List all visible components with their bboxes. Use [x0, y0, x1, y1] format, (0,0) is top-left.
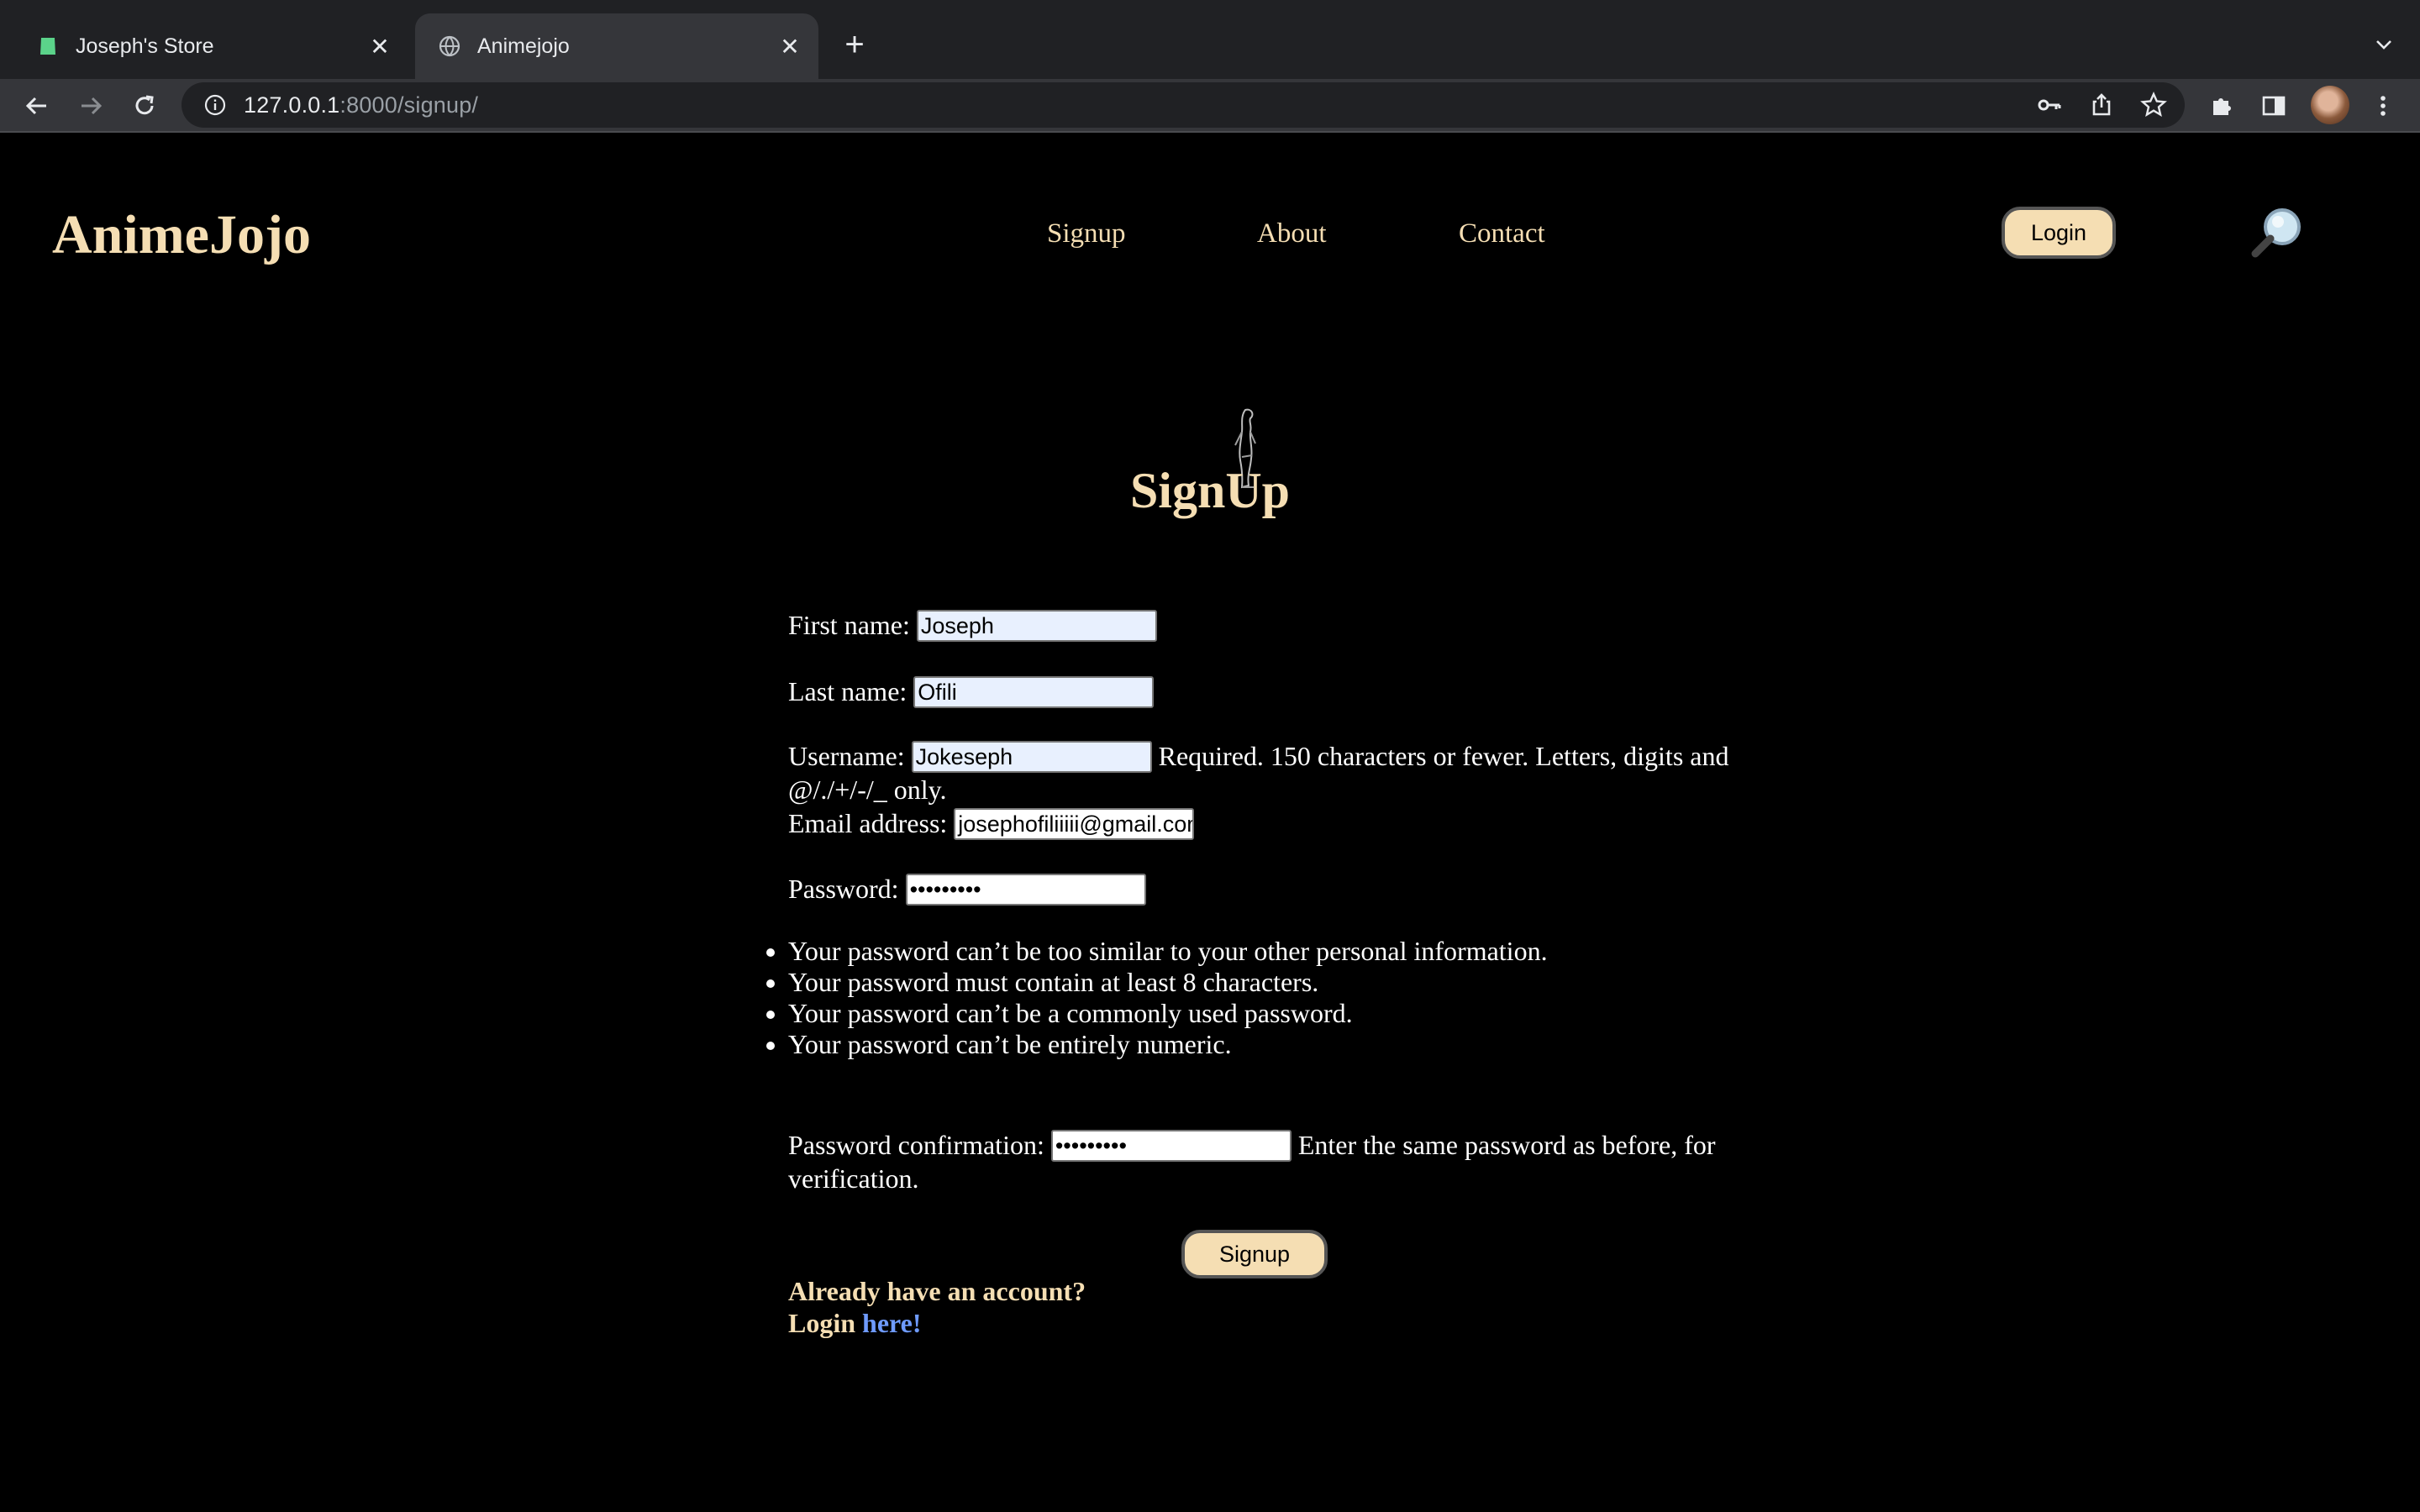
password-confirmation-field[interactable]: ••••••••• [1050, 1129, 1292, 1162]
url-path: :8000/signup/ [339, 92, 479, 118]
last-name-field[interactable]: Ofili [913, 675, 1155, 708]
already-have-account: Already have an account? Login here! [788, 1275, 1086, 1339]
puzzle-icon [2213, 98, 2231, 115]
already-have-account-text: Already have an account? [788, 1276, 1086, 1306]
nav-signup[interactable]: Signup [1047, 218, 1126, 249]
bookmark-star-icon[interactable] [2134, 86, 2173, 124]
password-confirmation-row: Password confirmation: ••••••••• Enter t… [788, 1128, 1763, 1195]
email-field[interactable]: josephofiliiiii@gmail.com [954, 807, 1195, 840]
tab-title: Animejojo [477, 34, 570, 58]
login-prompt: Login here! [788, 1307, 1086, 1339]
password-row: Password: ••••••••• [788, 873, 1146, 906]
list-item: Your password can’t be entirely numeric. [788, 1029, 1548, 1060]
browser-toolbar: 127.0.0.1:8000/signup/ [0, 79, 2420, 133]
email-row: Email address: josephofiliiiii@gmail.com [788, 807, 1195, 840]
username-label: Username: [788, 741, 905, 771]
address-bar[interactable]: 127.0.0.1:8000/signup/ [182, 82, 2185, 128]
list-item: Your password must contain at least 8 ch… [788, 967, 1548, 998]
username-row: Username: Jokeseph Required. 150 charact… [788, 739, 1763, 806]
new-tab-button[interactable]: + [834, 24, 876, 66]
username-field[interactable]: Jokeseph [911, 740, 1152, 773]
login-here-link[interactable]: here! [862, 1308, 921, 1338]
kebab-menu-icon [2381, 96, 2386, 116]
share-icon[interactable] [2082, 86, 2121, 124]
first-name-row: First name: Joseph [788, 609, 1157, 642]
site-logo[interactable]: AnimeJojo [52, 203, 311, 267]
reload-icon [135, 95, 154, 115]
key-icon[interactable] [2030, 86, 2069, 124]
url-host: 127.0.0.1 [244, 92, 340, 118]
password-confirmation-label: Password confirmation: [788, 1130, 1044, 1160]
password-label: Password: [788, 874, 899, 904]
email-label: Email address: [788, 808, 948, 838]
last-name-label: Last name: [788, 676, 908, 706]
forward-button[interactable] [69, 84, 113, 128]
last-name-row: Last name: Ofili [788, 675, 1155, 708]
tab-animejojo[interactable]: Animejojo ✕ [415, 13, 818, 79]
store-favicon-icon [40, 38, 55, 55]
signup-submit-button[interactable]: Signup [1181, 1230, 1328, 1278]
forward-arrow-icon [82, 97, 103, 115]
back-arrow-icon [25, 97, 46, 115]
first-name-field[interactable]: Joseph [916, 609, 1157, 642]
nav-contact[interactable]: Contact [1459, 218, 1545, 249]
site-info-icon[interactable] [198, 88, 232, 122]
tab-josephs-store[interactable]: Joseph's Store ✕ [13, 13, 408, 79]
globe-icon [439, 35, 460, 57]
url-text: 127.0.0.1:8000/signup/ [244, 92, 478, 118]
password-rules-list: Your password can’t be too similar to yo… [788, 936, 1548, 1060]
reload-button[interactable] [123, 84, 166, 128]
profile-avatar[interactable] [2311, 86, 2349, 124]
back-button[interactable] [15, 84, 59, 128]
password-field[interactable]: ••••••••• [905, 873, 1146, 906]
close-tab-icon[interactable]: ✕ [773, 29, 807, 63]
browser-tabstrip: Joseph's Store ✕ Animejojo ✕ + [0, 0, 2420, 79]
first-name-label: First name: [788, 610, 910, 640]
tab-title: Joseph's Store [76, 34, 214, 58]
tab-search-button[interactable] [2363, 24, 2405, 66]
login-prefix-text: Login [788, 1308, 856, 1338]
list-item: Your password can’t be a commonly used p… [788, 998, 1548, 1029]
page-content: AnimeJojo Signup About Contact Login Sig… [0, 133, 2420, 1512]
chevron-down-icon [2376, 40, 2391, 50]
list-item: Your password can’t be too similar to yo… [788, 936, 1548, 967]
close-tab-icon[interactable]: ✕ [363, 29, 397, 63]
search-icon[interactable] [2245, 202, 2309, 265]
login-button[interactable]: Login [2002, 207, 2116, 259]
extensions-button[interactable] [2200, 84, 2244, 128]
nav-about[interactable]: About [1257, 218, 1327, 249]
browser-menu-button[interactable] [2361, 84, 2405, 128]
page-title: SignUp [1129, 463, 1291, 518]
side-panel-icon [2262, 96, 2286, 116]
side-panel-button[interactable] [2252, 84, 2296, 128]
